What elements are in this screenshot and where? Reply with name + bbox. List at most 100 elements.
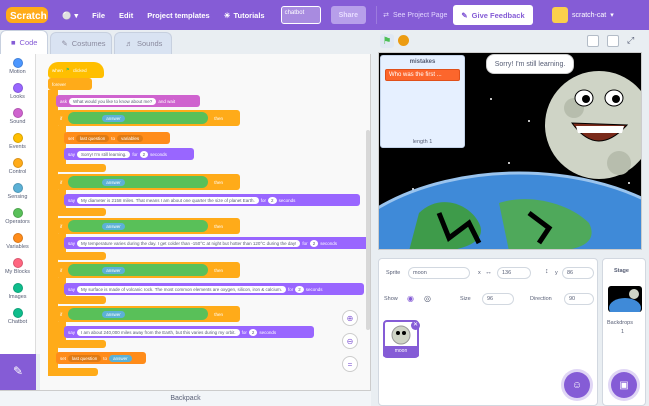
category-control[interactable]: Control	[0, 154, 35, 179]
category-images[interactable]: Images	[0, 279, 35, 304]
language-menu[interactable]: ⚪ ▾	[62, 11, 78, 20]
say-block[interactable]: say Sorry! I'm still learning. for 2 seconds	[64, 148, 194, 160]
set-variable-block[interactable]: set last question to answer	[56, 352, 146, 364]
category-label: Control	[8, 169, 27, 175]
condition-reporter: answer	[68, 264, 209, 276]
category-looks[interactable]: Looks	[0, 79, 35, 104]
category-my-blocks[interactable]: My Blocks	[0, 254, 35, 279]
category-chatbot[interactable]: Chatbot	[0, 304, 35, 329]
show-hidden-icon[interactable]: ◎	[424, 294, 431, 303]
category-variables[interactable]: Variables	[0, 229, 35, 254]
swap-icon: ⇄	[383, 12, 389, 19]
tutorials-menu[interactable]: ☀ Tutorials	[224, 11, 265, 20]
tab-costumes[interactable]: ✎ Costumes	[50, 32, 113, 54]
tab-sounds[interactable]: ♬ Sounds	[114, 32, 173, 54]
block-text: then	[214, 179, 224, 185]
category-operators[interactable]: Operators	[0, 204, 35, 229]
add-extension-button[interactable]: ✎	[0, 354, 36, 390]
edit-menu[interactable]: Edit	[119, 11, 133, 20]
list-monitor[interactable]: mistakes Who was the first ... length 1	[380, 55, 465, 148]
category-motion[interactable]: Motion	[0, 54, 35, 79]
if-foot	[56, 208, 106, 216]
say-text-field[interactable]: My diameter is 2158 miles. That means I …	[77, 196, 259, 204]
if-block[interactable]: if answer then	[56, 110, 240, 126]
seconds-field[interactable]: 2	[268, 196, 277, 204]
if-block[interactable]: if answer then	[56, 262, 240, 278]
say-block[interactable]: say I am about 240,000 miles away from th…	[64, 326, 314, 338]
tab-sounds-label: Sounds	[136, 39, 163, 48]
seconds-field[interactable]: 2	[309, 239, 319, 247]
size-field[interactable]: 96	[482, 293, 514, 305]
forever-block[interactable]: forever	[48, 78, 92, 90]
zoom-in-button[interactable]: ⊕	[342, 310, 358, 326]
seconds-field[interactable]: 2	[295, 285, 304, 293]
if-block[interactable]: if answer then	[56, 218, 240, 234]
editor-tabs: ■ Code ✎ Costumes ♬ Sounds	[0, 30, 174, 54]
list-item[interactable]: Who was the first ...	[385, 69, 460, 81]
backpack[interactable]: Backpack	[0, 390, 371, 406]
add-sprite-button[interactable]: ☺	[564, 372, 590, 398]
block-text: then	[214, 311, 224, 317]
see-project-page-button[interactable]: ⇄ See Project Page	[376, 6, 453, 24]
block-text: to	[103, 355, 108, 361]
list-title: mistakes	[409, 59, 436, 65]
scratch-logo[interactable]: Scratch	[6, 5, 48, 25]
say-block[interactable]: say My diameter is 2158 miles. That means…	[64, 194, 360, 206]
zoom-out-button[interactable]: ⊖	[342, 333, 358, 349]
share-button[interactable]: Share	[330, 6, 367, 24]
tab-code[interactable]: ■ Code	[0, 30, 49, 54]
say-text-field[interactable]: My temperature varies during the day. I …	[77, 239, 301, 247]
block-text: for	[132, 151, 138, 157]
say-text-field[interactable]: My surface is made of volcanic rock. The…	[77, 285, 287, 293]
say-text-field[interactable]: I am about 240,000 miles away from the E…	[77, 328, 240, 336]
stop-button[interactable]	[398, 35, 409, 46]
block-text: set	[68, 135, 75, 141]
ask-text-field[interactable]: What would you like to know about me?	[69, 97, 157, 105]
small-stage-button[interactable]	[587, 35, 599, 47]
give-feedback-button[interactable]: ✎ Give Feedback	[453, 5, 533, 25]
category-sound[interactable]: Sound	[0, 104, 35, 129]
say-block[interactable]: say My surface is made of volcanic rock. …	[64, 283, 364, 295]
say-text-field[interactable]: Sorry! I'm still learning.	[77, 150, 131, 158]
ask-block[interactable]: ask What would you like to know about me?…	[56, 95, 200, 107]
tab-costumes-label: Costumes	[71, 39, 106, 48]
script-workspace[interactable]: when ⚑ clicked forever ask What would you l…	[40, 54, 371, 390]
large-stage-button[interactable]	[607, 35, 619, 47]
user-menu[interactable]: scratch-cat ▾	[552, 7, 614, 23]
category-events[interactable]: Events	[0, 129, 35, 154]
seconds-field[interactable]: 2	[248, 328, 258, 336]
variable-dropdown[interactable]: last question	[76, 134, 110, 142]
file-menu[interactable]: File	[92, 11, 105, 20]
show-visible-icon[interactable]: ◉	[407, 294, 414, 303]
block-text: if	[60, 311, 63, 317]
answer-reporter: answer	[102, 222, 125, 230]
zoom-reset-button[interactable]: =	[342, 356, 358, 372]
speech-bubble: Sorry! I'm still learning.	[486, 54, 574, 74]
block-text: to	[111, 135, 116, 141]
x-field[interactable]: 136	[497, 267, 531, 279]
value-dropdown[interactable]: variables	[117, 134, 144, 142]
if-block[interactable]: if answer then	[56, 306, 240, 322]
workspace-scrollbar[interactable]	[366, 130, 370, 330]
show-label: Show	[384, 296, 398, 302]
set-variable-block[interactable]: set last question to variables	[64, 132, 170, 144]
delete-sprite-icon[interactable]: ✕	[411, 321, 420, 330]
green-flag-button[interactable]: ⚑	[380, 34, 394, 48]
fullscreen-button[interactable]: ⤢	[627, 35, 639, 47]
add-backdrop-button[interactable]: ▣	[611, 372, 637, 398]
if-block[interactable]: if answer then	[56, 174, 240, 190]
variable-dropdown[interactable]: last question	[68, 354, 102, 362]
backdrop-thumbnail[interactable]	[608, 286, 642, 318]
when-flag-clicked-block[interactable]: when ⚑ clicked	[48, 62, 104, 78]
block-text: ask	[60, 98, 68, 104]
project-title-input[interactable]: chatbot	[280, 6, 321, 24]
direction-field[interactable]: 90	[564, 293, 594, 305]
project-templates-menu[interactable]: Project templates	[147, 11, 210, 20]
category-label: Sensing	[7, 194, 28, 200]
category-sensing[interactable]: Sensing	[0, 179, 35, 204]
zoom-in-icon: ⊕	[346, 313, 354, 323]
y-field[interactable]: 86	[562, 267, 594, 279]
sprite-name-field[interactable]: moon	[408, 267, 470, 279]
seconds-field[interactable]: 2	[139, 150, 149, 158]
say-block[interactable]: say My temperature varies during the day.…	[64, 237, 369, 249]
